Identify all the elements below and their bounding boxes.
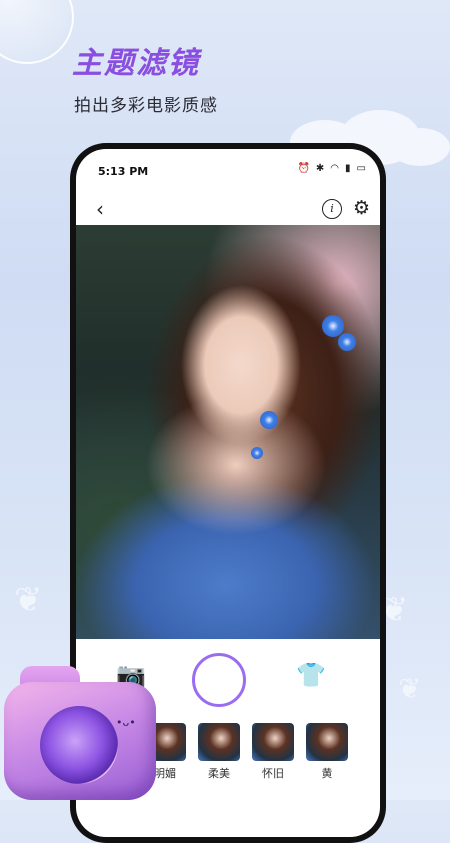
status-icons: ⏰ ✱ ◠ ▮ ▭ [297,163,366,174]
butterfly-icon: ❦ [398,672,422,705]
wifi-icon: ◠ [330,163,340,174]
flower-decoration [338,333,356,351]
shutter-button[interactable] [192,653,246,707]
promo-subline: 拍出多彩电影质感 [74,96,218,116]
tshirt-icon[interactable]: 👕 [296,661,326,689]
filter-item[interactable]: 柔美 [198,723,240,793]
alarm-icon: ⏰ [297,163,310,174]
filter-thumbnail [252,723,294,761]
decorative-bubble [0,0,74,64]
camera-decoration: •ᴗ• [0,662,162,802]
status-time: 5:13 PM [98,165,149,178]
back-chevron-icon[interactable]: ‹ [96,197,104,221]
butterfly-icon: ❦ [14,580,43,620]
filter-label: 柔美 [208,767,230,780]
flower-decoration [251,447,263,459]
flower-decoration [322,315,344,337]
info-icon[interactable]: i [322,199,342,219]
filter-item[interactable]: 怀旧 [252,723,294,793]
preview-photo [76,225,380,639]
flower-decoration [260,411,278,429]
filter-thumbnail [306,723,348,761]
filter-label: 怀旧 [262,767,284,780]
bluetooth-icon: ✱ [315,163,325,174]
status-bar: 5:13 PM ⏰ ✱ ◠ ▮ ▭ [76,149,380,189]
filter-label: 黄 [321,767,333,780]
filter-item[interactable]: 黄 [306,723,348,793]
signal-icon: ▮ [345,163,351,174]
top-toolbar: ‹ i ⚙ [76,195,380,225]
camera-face-icon: •ᴗ• [116,716,136,729]
battery-icon: ▭ [356,163,366,174]
camera-lens [40,706,118,784]
filter-thumbnail [198,723,240,761]
promo-headline: 主题滤镜 [72,46,200,81]
gear-icon[interactable]: ⚙ [353,197,370,219]
